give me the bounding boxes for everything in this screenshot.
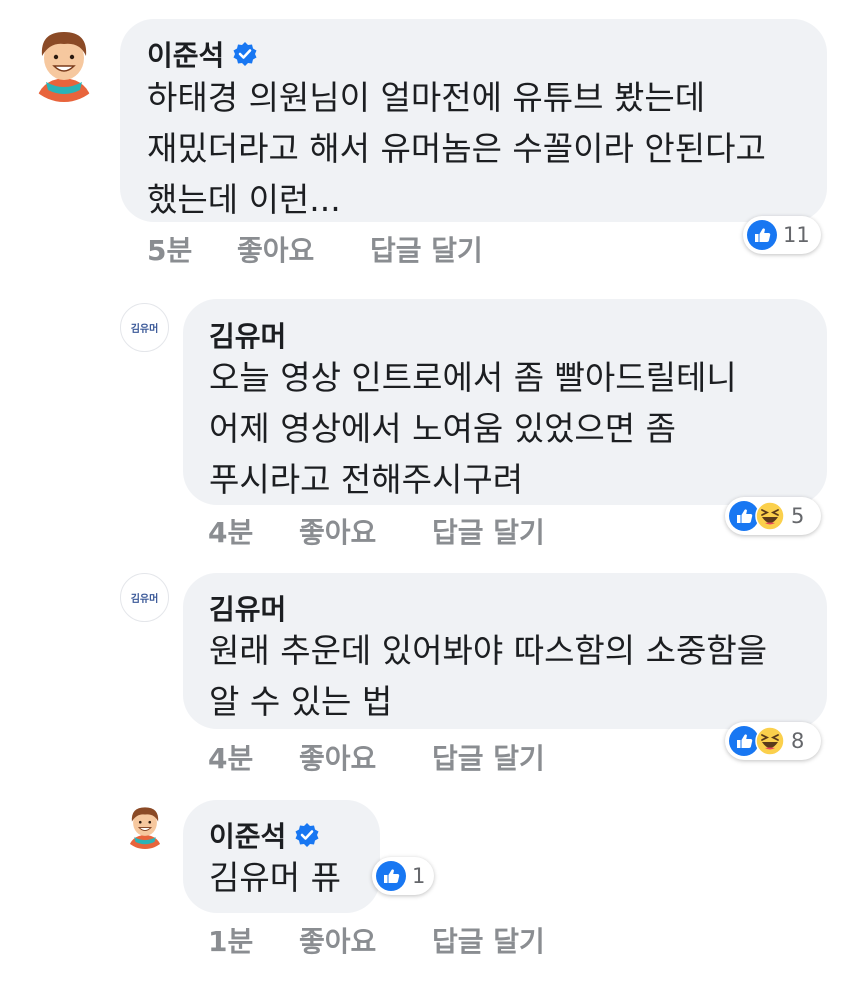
comment-line: 알 수 있는 법 — [209, 682, 393, 721]
comment-text: 김유머 퓨 — [209, 852, 341, 903]
timestamp[interactable]: 4분 — [208, 737, 253, 777]
haha-icon — [755, 726, 785, 756]
avatar[interactable]: 김유머 — [120, 573, 169, 622]
comment-line: 김유머 퓨 — [209, 858, 341, 897]
reply-button[interactable]: 답글 달기 — [432, 920, 545, 960]
comment-text: 원래 추운데 있어봐야 따스함의 소중함을 알 수 있는 법 — [209, 625, 767, 727]
like-icon — [747, 220, 777, 250]
timestamp[interactable]: 4분 — [208, 511, 253, 551]
reaction-badge[interactable]: 5 — [725, 497, 821, 535]
comment-line: 어제 영상에서 노여움 있었으면 좀 — [209, 409, 676, 448]
reply-button[interactable]: 답글 달기 — [370, 229, 483, 269]
haha-icon — [755, 501, 785, 531]
comment-author[interactable]: 김유머 — [209, 315, 286, 355]
like-button[interactable]: 좋아요 — [237, 229, 314, 269]
like-button[interactable]: 좋아요 — [299, 511, 376, 551]
comment-line: 원래 추운데 있어봐야 따스함의 소중함을 — [209, 631, 768, 670]
verified-icon — [233, 42, 257, 66]
reply-button[interactable]: 답글 달기 — [432, 737, 545, 777]
like-button[interactable]: 좋아요 — [299, 737, 376, 777]
timestamp[interactable]: 5분 — [147, 229, 192, 269]
comment-line: 하태경 의원님이 얼마전에 유튜브 봤는데 — [147, 78, 706, 117]
comment-line: 푸시라고 전해주시구려 — [209, 460, 524, 499]
comment-author[interactable]: 이준석 — [147, 34, 258, 74]
avatar[interactable]: 김유머 — [120, 303, 169, 352]
reaction-count: 8 — [791, 729, 805, 753]
comment-text: 오늘 영상 인트로에서 좀 빨아드릴테니 어제 영상에서 노여움 있었으면 좀 … — [209, 352, 737, 505]
reaction-badge[interactable]: 8 — [725, 722, 821, 760]
avatar[interactable] — [22, 18, 106, 102]
comment-line: 오늘 영상 인트로에서 좀 빨아드릴테니 — [209, 358, 737, 397]
reaction-count: 5 — [791, 504, 805, 528]
comment-author[interactable]: 이준석 — [209, 815, 320, 855]
like-button[interactable]: 좋아요 — [299, 920, 376, 960]
verified-icon — [295, 823, 319, 847]
reply-button[interactable]: 답글 달기 — [432, 511, 545, 551]
reaction-badge[interactable]: 11 — [743, 216, 821, 254]
reaction-count: 1 — [412, 864, 426, 888]
comment-author[interactable]: 김유머 — [209, 588, 286, 628]
reaction-count: 11 — [783, 223, 810, 247]
comment-text: 하태경 의원님이 얼마전에 유튜브 봤는데 재밌더라고 해서 유머놈은 수꼴이라… — [147, 72, 766, 225]
comment-line: 재밌더라고 해서 유머놈은 수꼴이라 안된다고 — [147, 129, 766, 168]
reaction-badge[interactable]: 1 — [372, 857, 434, 895]
timestamp[interactable]: 1분 — [208, 920, 253, 960]
comment-line: 했는데 이런... — [147, 180, 341, 219]
like-icon — [376, 861, 406, 891]
avatar[interactable] — [120, 799, 170, 849]
